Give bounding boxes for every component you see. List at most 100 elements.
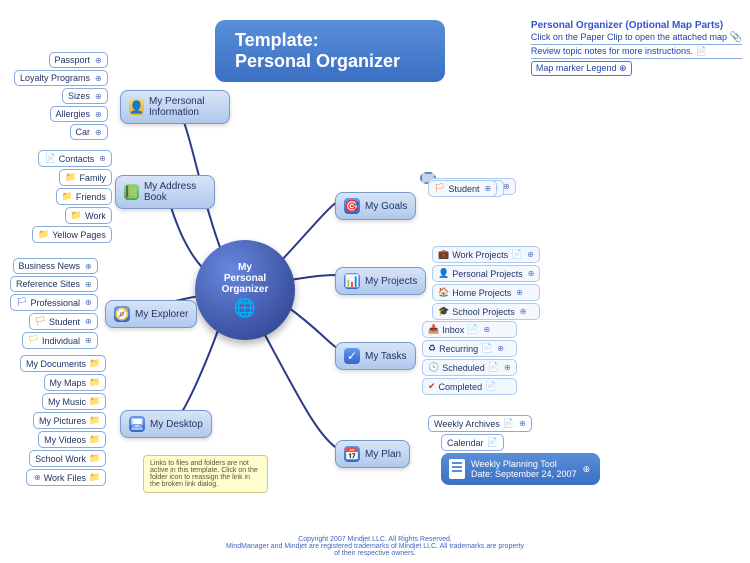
leaf-family[interactable]: 📁Family	[59, 169, 112, 186]
folder-icon: 📁	[89, 472, 100, 483]
tasks-icon: ✓	[344, 348, 360, 364]
flag-icon: 🏳	[16, 297, 27, 308]
central-label: My Personal Organizer	[222, 262, 269, 295]
leaves-projects: 💼Work Projects 📄⊕ 👤Personal Projects⊕ 🏠H…	[432, 246, 540, 320]
info-panel: Personal Organizer (Optional Map Parts) …	[531, 20, 742, 76]
leaves-explorer: Business News⊕ Reference Sites⊕ 🏳Profess…	[10, 258, 98, 349]
branch-desktop[interactable]: 🖥 My Desktop	[120, 410, 212, 438]
leaf-friends[interactable]: 📁Friends	[56, 188, 112, 205]
leaf-car[interactable]: Car⊕	[70, 124, 108, 140]
leaf-completed[interactable]: ✔Completed 📄	[422, 378, 517, 395]
branch-personal-info[interactable]: 👤 My Personal Information	[120, 90, 230, 124]
globe-icon: 🌐	[234, 298, 256, 319]
expand-icon[interactable]: ⊕	[583, 464, 591, 475]
leaves-personal-info: Passport⊕ Loyalty Programs⊕ Sizes⊕ Aller…	[14, 52, 108, 140]
leaf-recurring[interactable]: ♻Recurring 📄⊕	[422, 340, 517, 357]
leaf-goal-stu[interactable]: 🏳Student⊕	[428, 180, 497, 197]
expand-icon[interactable]: ⊕	[95, 56, 102, 65]
leaf-schoolproj[interactable]: 🎓School Projects⊕	[432, 303, 540, 320]
branch-label: My Plan	[365, 449, 401, 460]
branch-tasks[interactable]: ✓ My Tasks	[335, 342, 416, 370]
branch-label: My Explorer	[135, 309, 188, 320]
leaf-contacts[interactable]: 📄Contacts⊕	[38, 150, 111, 167]
branch-projects[interactable]: 📊 My Projects	[335, 267, 426, 295]
leaf-mymaps[interactable]: My Maps 📁	[44, 374, 107, 391]
leaf-persproj[interactable]: 👤Personal Projects⊕	[432, 265, 540, 282]
leaf-calendar[interactable]: Calendar 📄	[441, 434, 504, 451]
leaf-biznews[interactable]: Business News⊕	[13, 258, 98, 274]
school-icon: 🎓	[438, 306, 449, 317]
doc-icon: 📄	[44, 153, 55, 164]
folder-icon: 📁	[89, 377, 100, 388]
branch-label: My Projects	[365, 276, 417, 287]
leaf-student[interactable]: 🏳Student⊕	[29, 313, 98, 330]
copyright-text: Copyright 2007 Mindjet LLC. All Rights R…	[225, 536, 525, 557]
branch-label: My Desktop	[150, 419, 203, 430]
branch-address-book[interactable]: 📗 My Address Book	[115, 175, 215, 209]
goals-group: 🏳Professional⊕ 🏳Individual⊕ 🏳Student⊕	[420, 172, 436, 184]
folder-icon: 📁	[71, 210, 82, 221]
briefcase-icon: 💼	[438, 249, 449, 260]
leaf-homeproj[interactable]: 🏠Home Projects⊕	[432, 284, 540, 301]
leaf-allergies[interactable]: Allergies⊕	[50, 106, 108, 122]
leaf-myvideos[interactable]: My Videos 📁	[38, 431, 106, 448]
inbox-icon: 📥	[428, 324, 439, 335]
leaf-sizes[interactable]: Sizes⊕	[62, 88, 108, 104]
expand-icon[interactable]: ⊕	[95, 110, 102, 119]
leaf-prof[interactable]: 🏳Professional⊕	[10, 294, 98, 311]
folder-icon: 📁	[89, 358, 100, 369]
leaf-mymusic[interactable]: My Music 📁	[42, 393, 106, 410]
book-icon: 📗	[124, 184, 139, 200]
leaf-loyalty[interactable]: Loyalty Programs⊕	[14, 70, 108, 86]
leaf-workfiles[interactable]: ⊕Work Files 📁	[26, 469, 106, 486]
note-icon[interactable]: 📄	[696, 46, 707, 56]
branch-label: My Goals	[365, 201, 407, 212]
clock-icon: 🕓	[428, 362, 439, 373]
folder-icon: 📁	[89, 434, 100, 445]
folder-icon: 📁	[62, 191, 73, 202]
tool-date: Date: September 24, 2007	[471, 469, 577, 479]
calendar-icon: 📅	[344, 446, 360, 462]
leaf-passport[interactable]: Passport⊕	[49, 52, 108, 68]
leaf-mydocs[interactable]: My Documents 📁	[20, 355, 106, 372]
folder-icon: 📁	[65, 172, 76, 183]
compass-icon: 🧭	[114, 306, 130, 322]
leaf-work[interactable]: 📁Work	[65, 207, 112, 224]
expand-icon[interactable]: ⊕	[619, 63, 627, 73]
target-icon: 🎯	[344, 198, 360, 214]
branch-label: My Tasks	[365, 351, 407, 362]
expand-icon[interactable]: ⊕	[95, 92, 102, 101]
branch-plan[interactable]: 📅 My Plan	[335, 440, 410, 468]
expand-icon[interactable]: ⊕	[95, 74, 102, 83]
person-icon: 👤	[438, 268, 449, 279]
recycle-icon: ♻	[428, 343, 436, 354]
leaf-yellowpages[interactable]: 📁Yellow Pages	[32, 226, 112, 243]
leaf-scheduled[interactable]: 🕓Scheduled 📄⊕	[422, 359, 517, 376]
central-node[interactable]: My Personal Organizer 🌐	[195, 240, 295, 340]
projects-icon: 📊	[344, 273, 360, 289]
leaf-workproj[interactable]: 💼Work Projects 📄⊕	[432, 246, 540, 263]
leaf-individual[interactable]: 🏳Individual⊕	[22, 332, 98, 349]
leaf-schoolwork[interactable]: School Work 📁	[29, 450, 106, 467]
branch-goals[interactable]: 🎯 My Goals	[335, 192, 416, 220]
flag-icon: 🏳	[28, 335, 39, 346]
branch-explorer[interactable]: 🧭 My Explorer	[105, 300, 197, 328]
check-icon: ✔	[428, 381, 436, 392]
leaf-weekly-archives[interactable]: Weekly Archives 📄⊕	[428, 415, 532, 432]
callout-note: Links to files and folders are not activ…	[143, 455, 268, 493]
folder-icon: 📁	[89, 396, 100, 407]
doc-icon	[449, 459, 465, 479]
leaf-refsites[interactable]: Reference Sites⊕	[10, 276, 98, 292]
paperclip-icon[interactable]: 📎	[730, 32, 742, 43]
folder-icon: 📁	[89, 415, 100, 426]
folder-icon: 📁	[38, 229, 49, 240]
folder-icon: 📁	[89, 453, 100, 464]
flag-icon: 🏳	[35, 316, 46, 327]
weekly-planning-tool[interactable]: Weekly Planning Tool Date: September 24,…	[441, 453, 600, 485]
branch-label: My Address Book	[144, 181, 206, 203]
leaf-inbox[interactable]: 📥Inbox 📄⊕	[422, 321, 517, 338]
leaf-mypics[interactable]: My Pictures 📁	[33, 412, 106, 429]
leaves-tasks: 📥Inbox 📄⊕ ♻Recurring 📄⊕ 🕓Scheduled 📄⊕ ✔C…	[422, 321, 517, 395]
leaves-desktop: My Documents 📁 My Maps 📁 My Music 📁 My P…	[20, 355, 106, 486]
expand-icon[interactable]: ⊕	[95, 128, 102, 137]
